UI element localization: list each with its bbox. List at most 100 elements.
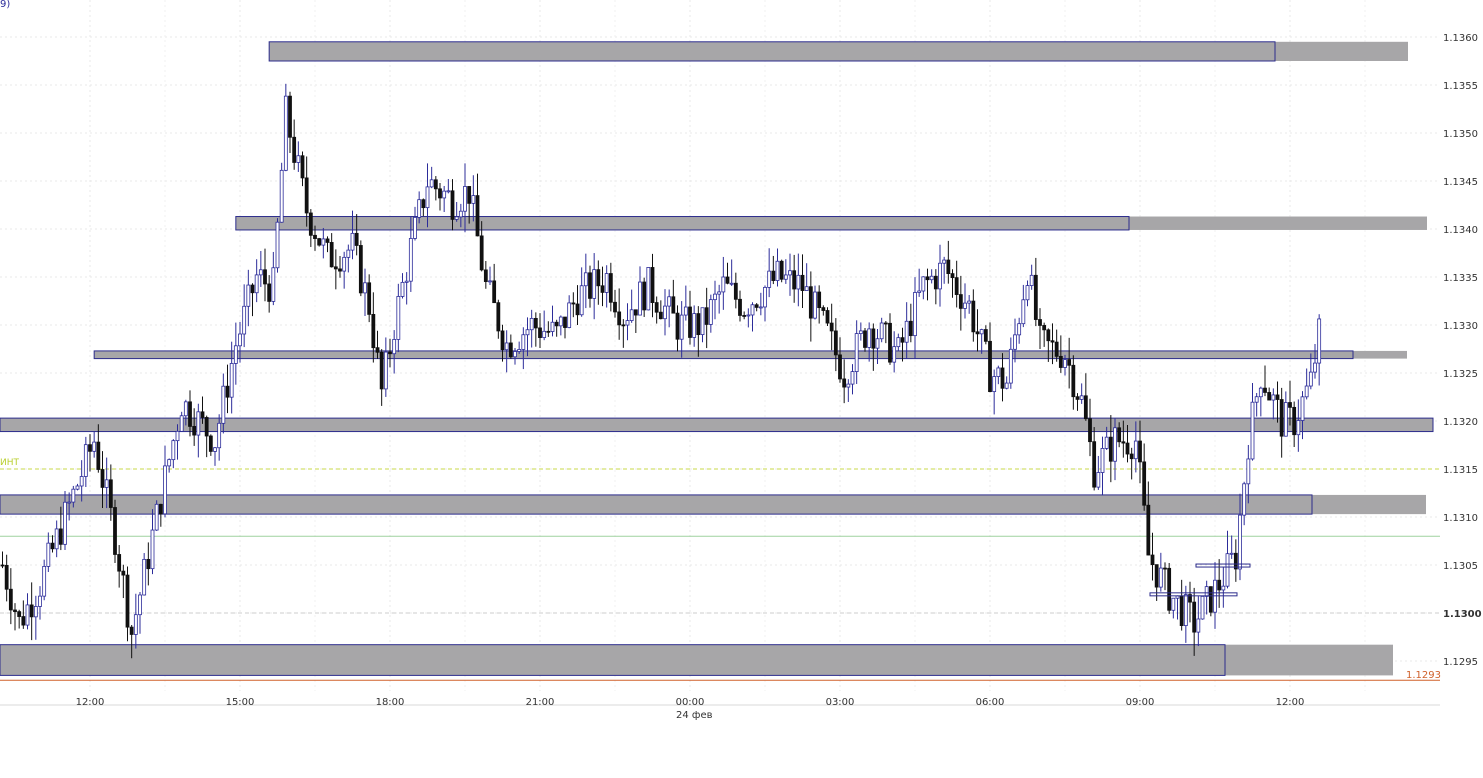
candle: [933, 275, 938, 290]
candle: [1075, 396, 1080, 400]
candle: [1033, 274, 1038, 320]
candle: [700, 307, 705, 336]
candle: [1275, 394, 1280, 400]
candle: [1058, 355, 1063, 368]
candle: [413, 217, 417, 239]
candle: [1267, 392, 1272, 401]
candle: [775, 260, 780, 281]
candle: [1158, 567, 1163, 588]
candle: [958, 294, 963, 309]
level-zone[interactable]: [0, 644, 1393, 676]
candle: [1313, 362, 1317, 373]
candle: [629, 309, 634, 321]
candle: [442, 190, 447, 199]
candle: [971, 300, 976, 333]
candle: [1050, 340, 1055, 343]
candle: [1296, 420, 1301, 436]
candle: [867, 328, 872, 348]
candle: [1000, 367, 1005, 389]
candle: [475, 195, 480, 237]
candle: [729, 282, 734, 285]
candle: [142, 558, 147, 596]
candle: [1008, 348, 1013, 384]
candle: [333, 266, 338, 270]
candle: [1263, 387, 1267, 393]
candle: [575, 303, 580, 316]
candle: [213, 447, 217, 452]
candle: [646, 267, 651, 311]
candle: [1038, 319, 1042, 326]
candle: [883, 322, 888, 325]
candle: [1317, 318, 1322, 364]
candle: [558, 316, 563, 327]
candle: [1083, 395, 1088, 420]
candle: [417, 199, 422, 218]
level-zone[interactable]: [269, 41, 1409, 61]
candle: [1071, 364, 1076, 398]
candle: [908, 320, 913, 337]
x-tick-label: 06:00: [976, 697, 1005, 708]
candle: [488, 280, 492, 283]
candle: [392, 339, 397, 355]
candle: [388, 351, 392, 355]
x-tick-label: 12:00: [76, 697, 105, 708]
candle: [63, 501, 67, 545]
candle: [617, 311, 622, 326]
candle: [692, 313, 697, 338]
candle: [683, 306, 688, 316]
candle: [542, 330, 547, 338]
level-zone[interactable]: [94, 350, 1408, 359]
candle: [871, 328, 876, 349]
price-chart[interactable]: ИНТ 1.1360 1.1355 1.1350 1.1345 1.1340 1.1335…: [0, 0, 1483, 774]
chart-canvas[interactable]: ИНТ 1.1360 1.1355 1.1350 1.1345 1.1340 1.1335…: [0, 0, 1483, 774]
candle: [988, 340, 992, 393]
reference-line-label: ИНТ: [0, 458, 20, 468]
candle: [1092, 441, 1097, 488]
candle: [750, 304, 755, 316]
candle: [496, 302, 501, 332]
candle: [738, 298, 742, 316]
y-tick-label: 1.1355: [1443, 81, 1478, 92]
candle: [329, 242, 334, 268]
candle: [342, 256, 347, 272]
candle: [717, 291, 722, 295]
candle: [663, 305, 667, 320]
candle: [425, 186, 430, 209]
candle: [1138, 440, 1142, 463]
candle: [88, 444, 92, 452]
candle: [938, 262, 942, 290]
candle: [521, 334, 526, 350]
candle: [1192, 601, 1197, 633]
last-price-label: 1.1293: [1406, 670, 1441, 681]
candle: [500, 330, 505, 351]
candle: [817, 291, 822, 309]
candle: [546, 330, 551, 333]
candle: [163, 465, 167, 515]
candle: [279, 169, 284, 223]
candle: [354, 232, 359, 246]
level-zone[interactable]: [0, 418, 1433, 432]
candle: [658, 311, 663, 320]
candle: [1150, 554, 1155, 566]
candle: [188, 401, 192, 427]
candle: [67, 501, 72, 504]
candle: [367, 282, 372, 315]
y-tick-label: 1.1320: [1443, 417, 1478, 428]
level-zone[interactable]: [0, 494, 1426, 515]
candle: [463, 186, 467, 212]
candle: [792, 270, 797, 290]
candle: [1208, 586, 1213, 613]
candle: [771, 270, 776, 281]
candle: [804, 286, 809, 291]
candle: [200, 411, 205, 418]
candle: [1104, 436, 1109, 449]
candle: [513, 351, 517, 358]
candle: [654, 302, 659, 313]
candle: [725, 276, 730, 284]
candle: [121, 570, 126, 576]
candle: [21, 616, 26, 626]
candle: [29, 604, 34, 618]
candle: [1154, 564, 1159, 588]
candle: [1292, 406, 1297, 436]
candle: [1183, 594, 1188, 626]
